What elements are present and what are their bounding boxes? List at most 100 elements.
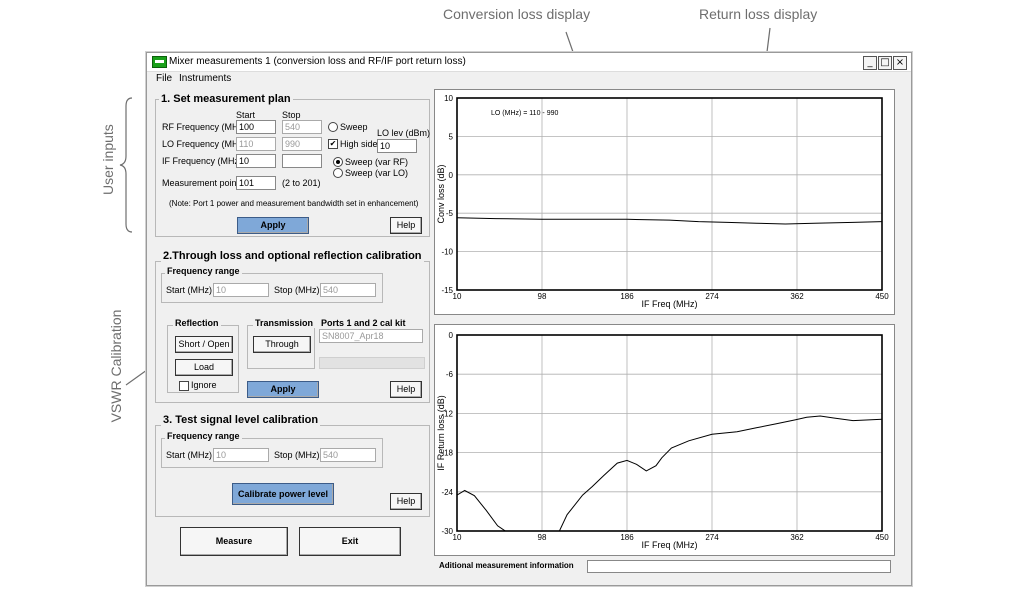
transmission-label: Transmission	[253, 318, 316, 328]
sweep-var-lo-label: Sweep (var LO)	[345, 168, 409, 178]
if-stop-field[interactable]	[282, 154, 322, 168]
through-loss-title: 2.Through loss and optional reflection c…	[161, 250, 424, 262]
x-tick-label: 450	[875, 292, 889, 301]
y-axis-label: IF Return loss (dB)	[436, 395, 446, 471]
x-tick-label: 274	[705, 533, 719, 542]
testsig-stop-field[interactable]: 540	[320, 448, 376, 462]
series-line	[457, 217, 882, 225]
through-help-button[interactable]: Help	[390, 381, 422, 398]
window-title: Mixer measurements 1 (conversion loss an…	[169, 56, 466, 67]
plot-frame	[456, 334, 883, 532]
measurement-points-label: Measurement points	[162, 178, 244, 188]
testsig-stop-label: Stop (MHz)	[274, 450, 320, 460]
y-tick-label: -10	[441, 248, 453, 257]
y-tick-label: -24	[441, 488, 453, 497]
exit-button[interactable]: Exit	[299, 527, 401, 556]
plan-apply-button[interactable]: Apply	[237, 217, 309, 234]
measurement-plan-title: 1. Set measurement plan	[159, 93, 293, 105]
test-signal-title: 3. Test signal level calibration	[161, 414, 321, 426]
conversion-loss-plot: 10 98 186 274 362 450 10 5 0 -5 -10 -15 IF Freq (MHz…	[434, 89, 895, 315]
menu-file[interactable]: File	[156, 73, 172, 84]
through-apply-button[interactable]: Apply	[247, 381, 319, 398]
y-tick-label: 5	[449, 132, 454, 141]
calkit-field[interactable]: SN8007_Apr18	[319, 329, 423, 343]
annotation-user-inputs: User inputs	[100, 124, 116, 195]
y-axis-label: Conv loss (dB)	[436, 164, 446, 223]
additional-info-field[interactable]	[587, 560, 891, 573]
user-inputs-brace	[119, 97, 133, 233]
sweep-var-rf-label: Sweep (var RF)	[345, 157, 409, 167]
lo-start-field[interactable]: 110	[236, 137, 276, 151]
annotation-conversion-loss: Conversion loss display	[443, 6, 591, 22]
stop-header: Stop	[282, 110, 301, 120]
high-side-label: High side	[340, 139, 378, 149]
lo-frequency-label: LO Frequency (MHz)	[162, 139, 247, 149]
load-button[interactable]: Load	[175, 359, 233, 376]
x-tick-label: 186	[620, 292, 634, 301]
x-tick-label: 10	[453, 292, 462, 301]
sweep-var-lo-radio[interactable]	[333, 168, 343, 178]
maximize-button[interactable]: □	[878, 56, 892, 70]
y-tick-label: 0	[449, 331, 454, 340]
x-tick-label: 186	[620, 533, 634, 542]
if-start-field[interactable]: 10	[236, 154, 276, 168]
title-bar: Mixer measurements 1 (conversion loss an…	[147, 53, 911, 72]
annotation-return-loss: Return loss display	[699, 6, 818, 22]
series-line	[457, 415, 882, 531]
minimize-button[interactable]: _	[863, 56, 877, 70]
rf-start-field[interactable]: 100	[236, 120, 276, 134]
calibrate-power-button[interactable]: Calibrate power level	[232, 483, 334, 505]
x-tick-label: 274	[705, 292, 719, 301]
calkit-progress-bar	[319, 357, 425, 369]
y-tick-label: -6	[446, 370, 454, 379]
through-stop-label: Stop (MHz)	[274, 285, 320, 295]
y-tick-label: -15	[441, 286, 453, 295]
x-tick-label: 362	[790, 292, 804, 301]
lo-level-field[interactable]: 10	[377, 139, 417, 153]
x-axis-label: IF Freq (MHz)	[642, 540, 698, 550]
high-side-checkbox[interactable]: ✔	[328, 139, 338, 149]
mixer-window: Mixer measurements 1 (conversion loss an…	[146, 52, 912, 586]
ignore-label: Ignore	[191, 380, 217, 390]
through-start-label: Start (MHz)	[166, 285, 212, 295]
start-header: Start	[236, 110, 256, 120]
x-tick-label: 450	[875, 533, 889, 542]
x-axis-label: IF Freq (MHz)	[642, 299, 698, 309]
conversion-loss-chart: 10 98 186 274 362 450 10 5 0 -5 -10 -15 IF Freq (MHz…	[436, 94, 889, 309]
rf-stop-field[interactable]: 540	[282, 120, 322, 134]
app-icon	[152, 56, 167, 68]
menu-bar: File Instruments	[147, 72, 911, 86]
plan-note: (Note: Port 1 power and measurement band…	[169, 199, 419, 208]
short-open-button[interactable]: Short / Open	[175, 336, 233, 353]
y-tick-label: -30	[441, 527, 453, 536]
x-tick-label: 10	[453, 533, 462, 542]
sweep-var-rf-radio[interactable]	[333, 157, 343, 167]
x-tick-label: 98	[538, 533, 547, 542]
measure-button[interactable]: Measure	[180, 527, 288, 556]
testsig-help-button[interactable]: Help	[390, 493, 422, 510]
testsig-start-label: Start (MHz)	[166, 450, 212, 460]
additional-info-label: Aditional measurement information	[439, 561, 574, 570]
plan-help-button[interactable]: Help	[390, 217, 422, 234]
sweep-label: Sweep	[340, 122, 368, 132]
ignore-checkbox[interactable]	[179, 381, 189, 391]
measurement-points-field[interactable]: 101	[236, 176, 276, 190]
through-stop-field[interactable]: 540	[320, 283, 376, 297]
x-tick-label: 362	[790, 533, 804, 542]
lo-level-label: LO lev (dBm)	[377, 128, 431, 138]
rf-frequency-label: RF Frequency (MHz)	[162, 122, 247, 132]
menu-instruments[interactable]: Instruments	[179, 73, 231, 84]
testsig-start-field[interactable]: 10	[213, 448, 269, 462]
through-button[interactable]: Through	[253, 336, 311, 353]
lo-stop-field[interactable]: 990	[282, 137, 322, 151]
plot-frame	[456, 97, 883, 291]
annotation-vswr-calibration: VSWR Calibration	[108, 309, 124, 423]
return-loss-chart: 10 98 186 274 362 4500-6-12-18-24-30IF Freq (…	[436, 331, 889, 550]
through-start-field[interactable]: 10	[213, 283, 269, 297]
y-tick-label: 0	[449, 171, 454, 180]
measurement-points-range: (2 to 201)	[282, 178, 321, 188]
lo-range-annotation: LO (MHz) = 110 - 990	[491, 110, 558, 117]
sweep-radio[interactable]	[328, 122, 338, 132]
if-frequency-label: IF Frequency (MHz)	[162, 156, 243, 166]
close-button[interactable]: ×	[893, 56, 907, 70]
